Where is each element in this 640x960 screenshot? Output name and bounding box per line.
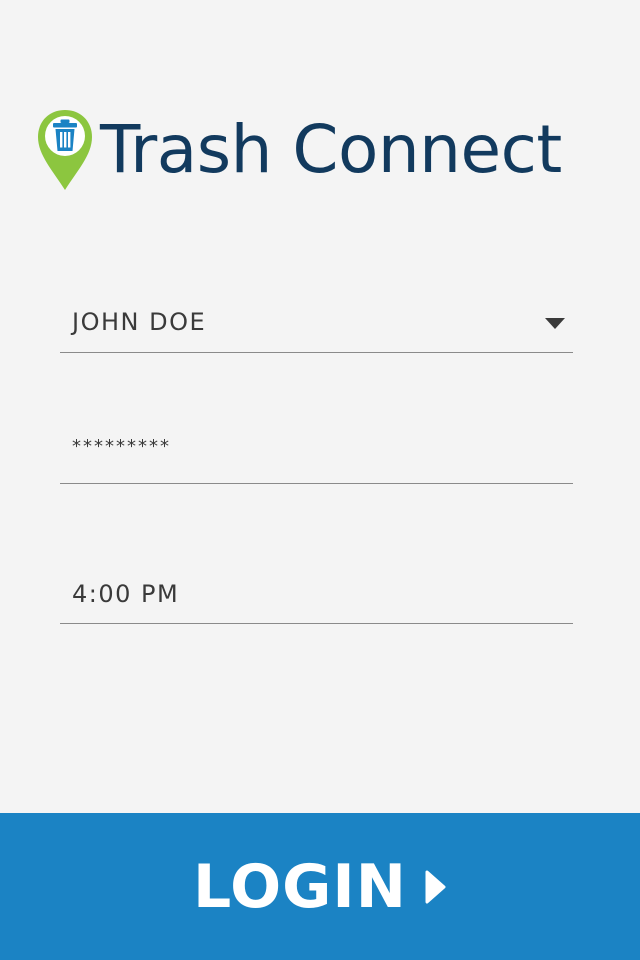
map-pin-trash-icon bbox=[38, 110, 92, 190]
time-value: 4:00 PM bbox=[72, 580, 180, 608]
password-field[interactable]: ********* bbox=[60, 420, 573, 484]
user-select[interactable]: JOHN DOE bbox=[60, 290, 573, 353]
app-title: Trash Connect bbox=[100, 111, 562, 188]
user-select-value: JOHN DOE bbox=[72, 308, 207, 336]
caret-down-icon[interactable] bbox=[545, 318, 565, 329]
app-logo: Trash Connect bbox=[36, 108, 562, 192]
login-label: LOGIN bbox=[193, 851, 407, 922]
play-arrow-icon bbox=[425, 870, 446, 903]
password-value: ********* bbox=[72, 436, 171, 457]
login-button[interactable]: LOGIN bbox=[0, 813, 640, 960]
time-field[interactable]: 4:00 PM bbox=[60, 562, 573, 624]
